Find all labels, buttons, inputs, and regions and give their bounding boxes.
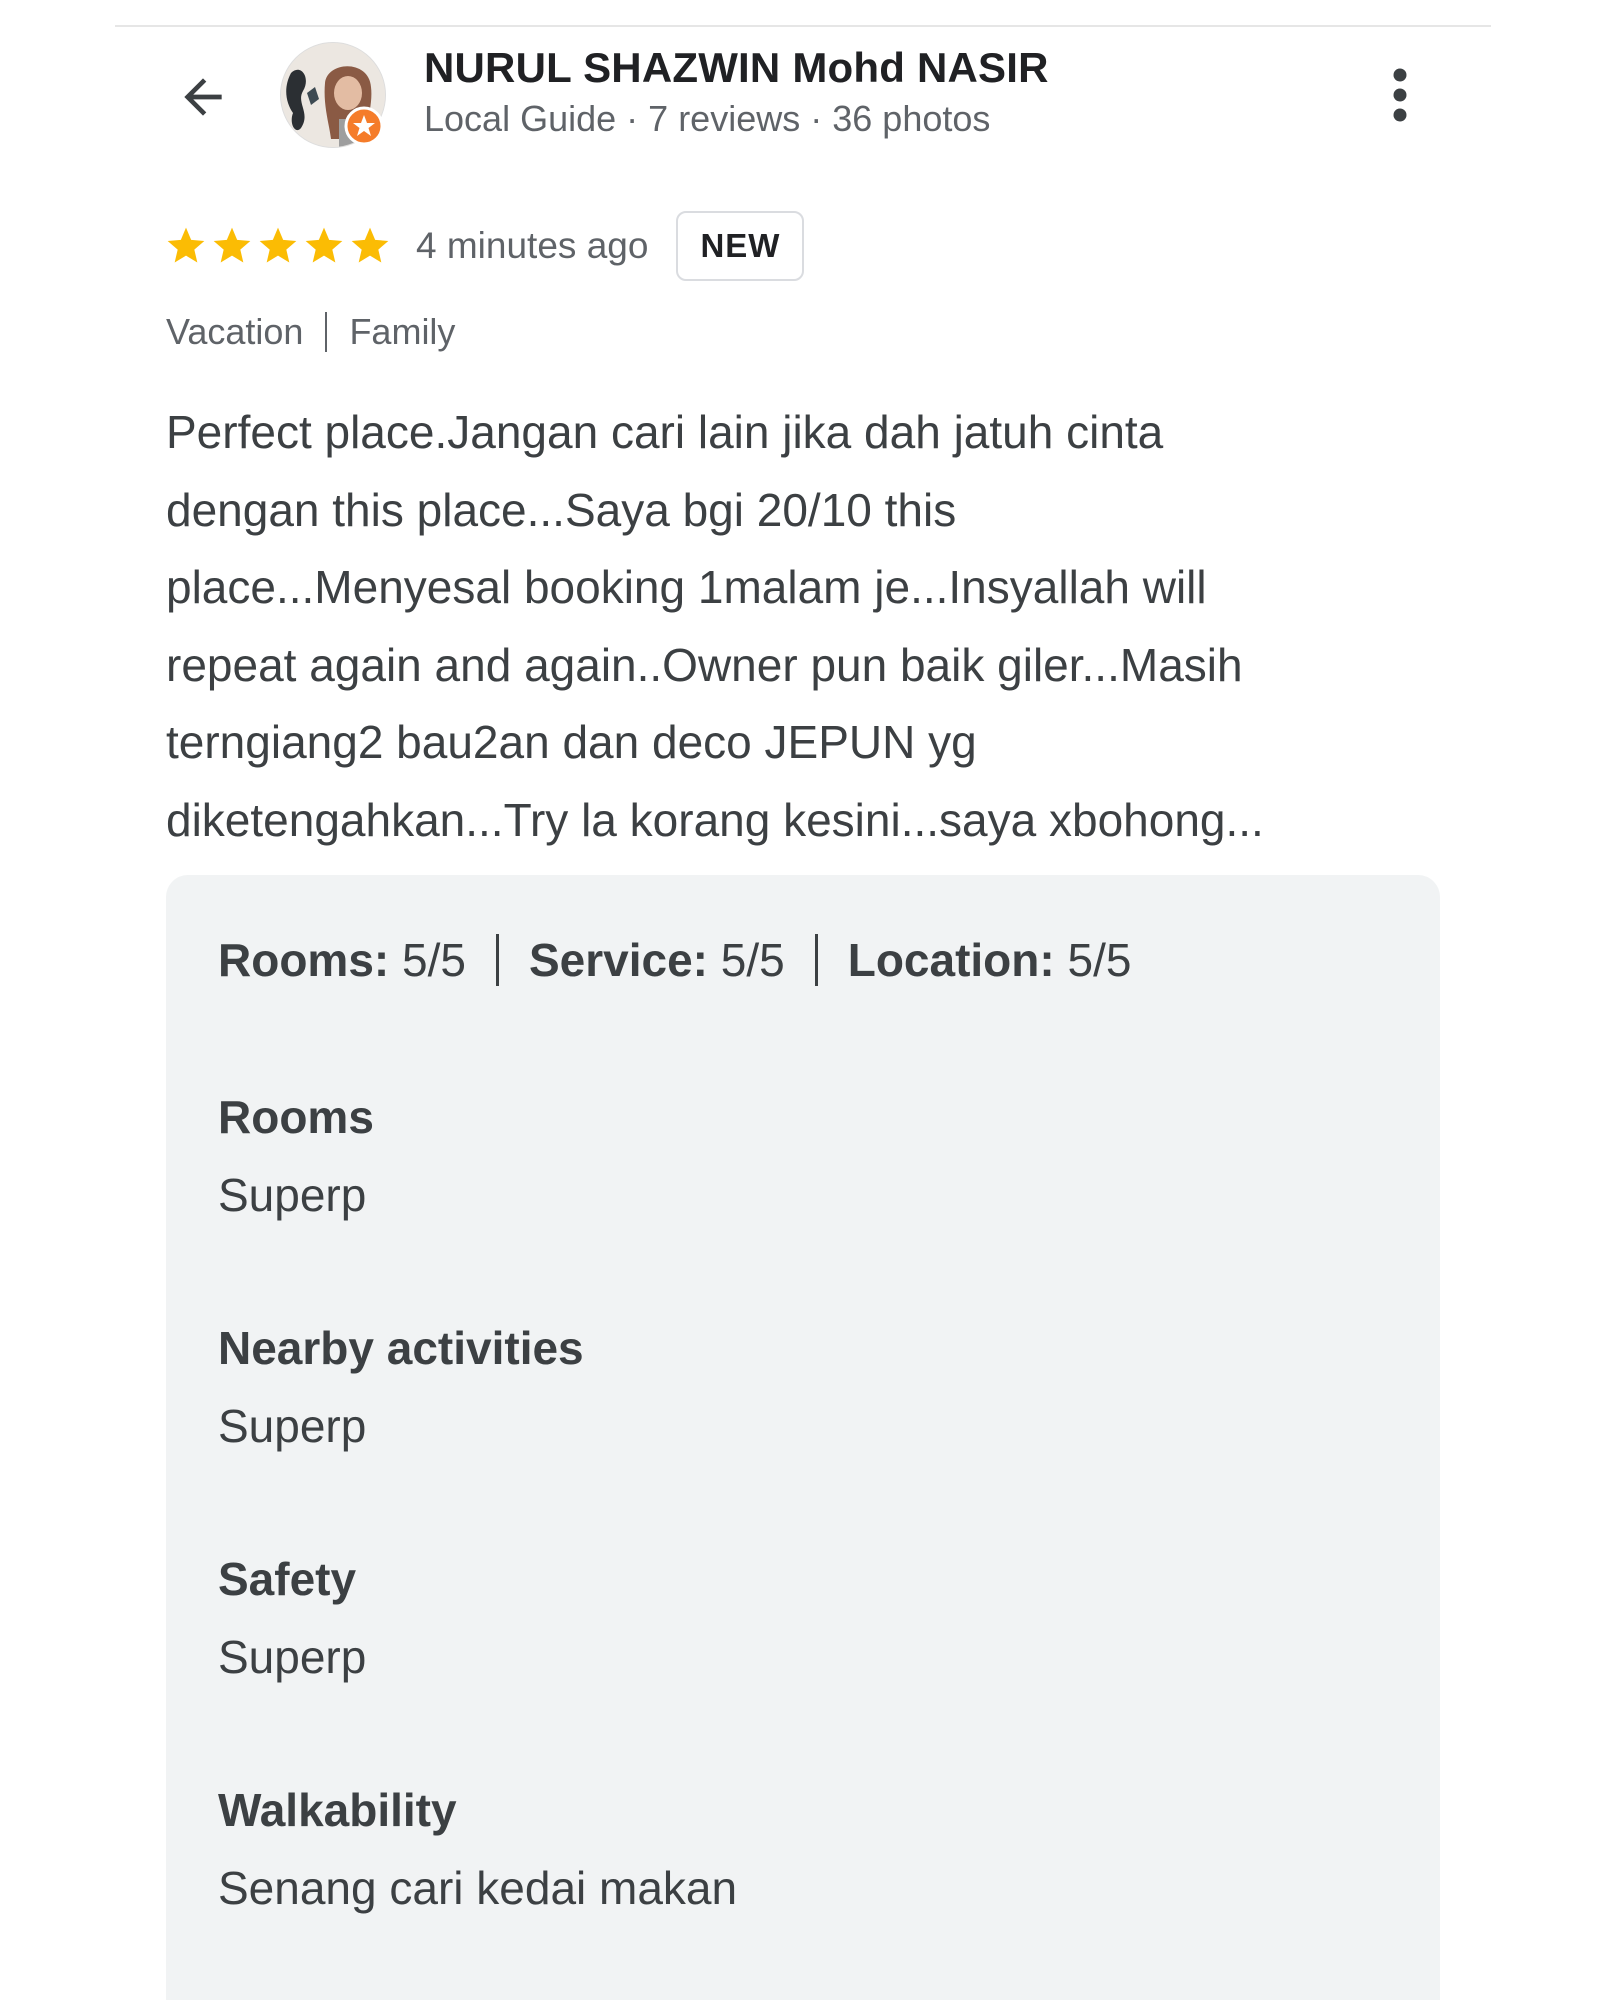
star-icon: [167, 227, 205, 263]
star-icon: [305, 227, 343, 263]
star-icon: [351, 227, 389, 263]
rating-location-value: 5/5: [1067, 934, 1132, 986]
trip-type: Vacation: [166, 311, 304, 352]
more-options-button[interactable]: [1380, 62, 1420, 128]
back-button[interactable]: [172, 66, 234, 128]
trip-tags: Vacation Family: [166, 311, 455, 353]
review-text-line: Perfect place.Jangan cari lain jika dah …: [166, 406, 1164, 458]
review-text: Perfect place.Jangan cari lain jika dah …: [166, 394, 1456, 859]
star-icon: [259, 227, 297, 263]
meta-separator: ·: [810, 98, 823, 139]
rating-location: Location: 5/5: [848, 933, 1132, 987]
section-title: Rooms: [218, 1091, 374, 1143]
section-value: Superp: [218, 1169, 367, 1221]
top-divider: [115, 25, 1491, 27]
reviews-count: 7 reviews: [648, 98, 801, 139]
meta-separator: ·: [626, 98, 639, 139]
reviewer-name[interactable]: NURUL SHAZWIN Mohd NASIR: [424, 44, 1049, 92]
review-text-line: repeat again and again..Owner pun baik g…: [166, 638, 1243, 691]
section-rooms: Rooms Superp: [218, 1087, 374, 1225]
section-value: Superp: [218, 1400, 367, 1452]
section-safety: Safety Superp: [218, 1549, 366, 1687]
rating-rooms-label: Rooms:: [218, 934, 390, 986]
photos-count: 36 photos: [832, 98, 991, 139]
summary-divider: [814, 934, 818, 986]
review-page: NURUL SHAZWIN Mohd NASIR Local Guide · 7…: [0, 0, 1600, 2000]
review-text-line: diketengahkan...Try la korang kesini...s…: [166, 793, 1264, 846]
rating-location-label: Location:: [847, 934, 1055, 986]
review-text-line: place...Menyesal booking 1malam je...Ins…: [166, 561, 1207, 613]
summary-divider: [495, 934, 499, 986]
ratings-summary: Rooms: 5/5 Service: 5/5 Location: 5/5: [218, 933, 1131, 987]
local-guide-label: Local Guide: [424, 98, 617, 139]
rating-rooms: Rooms: 5/5: [218, 933, 466, 987]
review-details-card: Rooms: 5/5 Service: 5/5 Location: 5/5 Ro…: [166, 875, 1440, 2000]
review-text-line: terngiang2 bau2an dan deco JEPUN yg: [166, 716, 977, 768]
new-badge: NEW: [676, 211, 805, 281]
review-text-line: dengan this place...Saya bgi 20/10 this: [166, 483, 957, 536]
review-time: 4 minutes ago: [416, 225, 649, 266]
reviewer-meta: Local Guide · 7 reviews · 36 photos: [424, 98, 990, 140]
arrow-left-icon: [184, 78, 222, 116]
section-nearby-activities: Nearby activities Superp: [218, 1318, 584, 1456]
local-guide-star-icon: [344, 106, 384, 146]
more-vert-icon: [1393, 68, 1407, 122]
rating-rooms-value: 5/5: [402, 934, 466, 986]
rating-row: 4 minutes ago NEW: [164, 210, 805, 282]
star-rating: [164, 224, 392, 268]
travel-group: Family: [349, 311, 456, 352]
rating-service: Service: 5/5: [529, 933, 785, 987]
rating-service-value: 5/5: [720, 934, 785, 986]
section-title: Nearby activities: [218, 1322, 584, 1374]
avatar[interactable]: [280, 42, 386, 148]
section-value: Superp: [218, 1631, 367, 1683]
section-title: Walkability: [218, 1784, 457, 1836]
rating-service-label: Service:: [528, 934, 708, 986]
star-icon: [213, 227, 251, 263]
section-title: Safety: [218, 1553, 357, 1605]
section-walkability: Walkability Senang cari kedai makan: [218, 1780, 737, 1918]
tag-divider: [325, 312, 328, 352]
section-value: Senang cari kedai makan: [218, 1862, 738, 1914]
